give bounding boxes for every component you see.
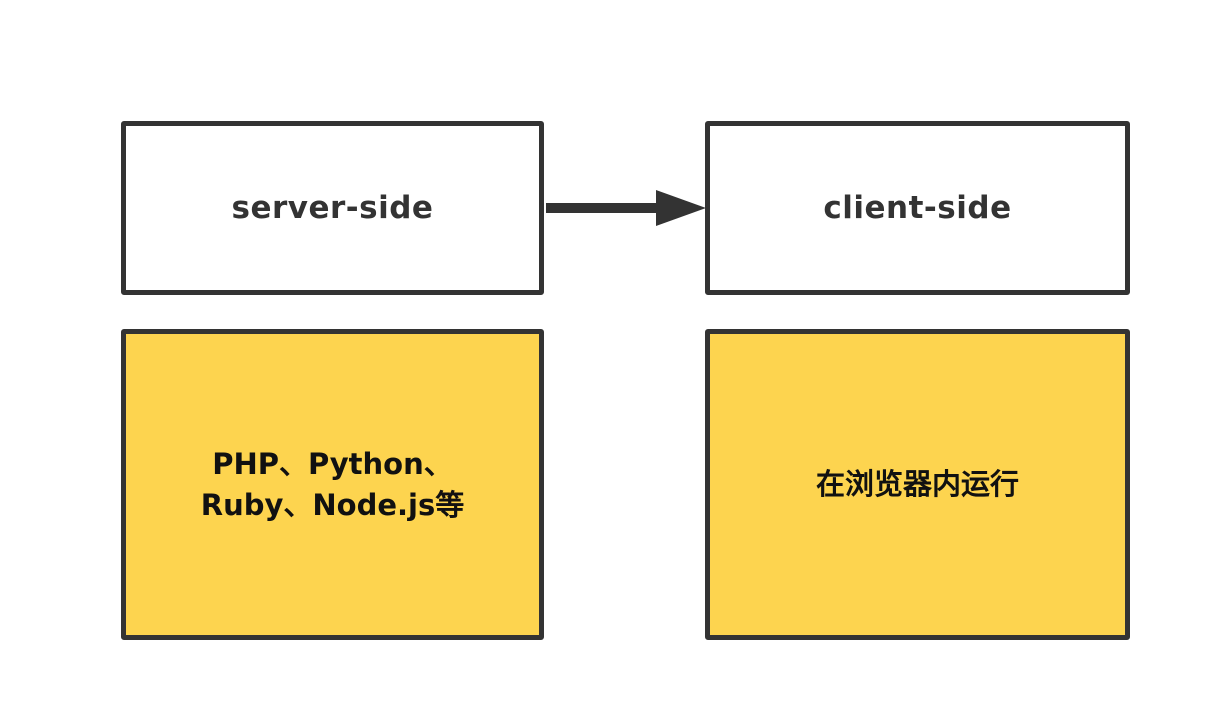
server-side-description-box: PHP、Python、 Ruby、Node.js等 <box>121 329 544 640</box>
arrow-head <box>656 190 706 226</box>
client-side-label: client-side <box>823 190 1012 226</box>
client-side-description: 在浏览器内运行 <box>815 467 1019 502</box>
client-side-box: client-side <box>705 121 1130 295</box>
client-side-description-box: 在浏览器内运行 <box>705 329 1130 640</box>
diagram-canvas: server-side client-side PHP、Python、 Ruby… <box>0 0 1208 720</box>
server-side-description: PHP、Python、 Ruby、Node.js等 <box>200 446 465 522</box>
